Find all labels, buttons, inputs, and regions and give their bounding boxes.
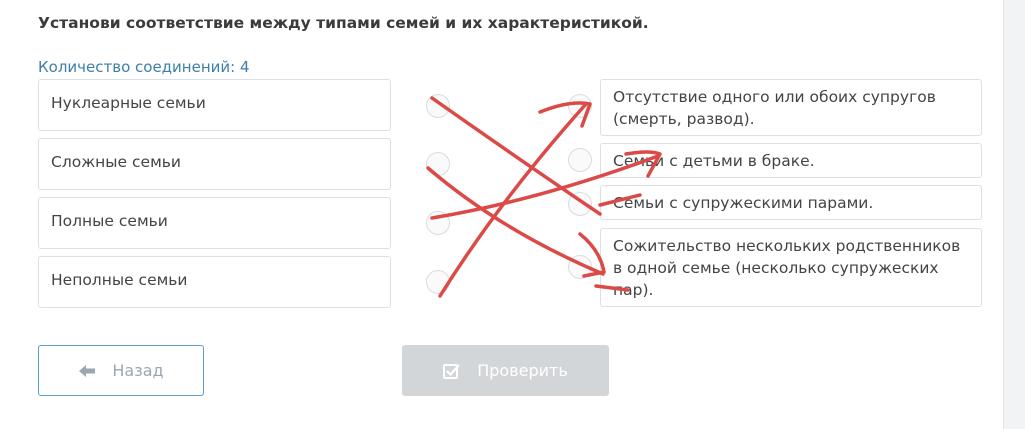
right-connector-3[interactable]: [568, 192, 592, 216]
check-button-label: Проверить: [477, 361, 568, 380]
left-item-complex[interactable]: Сложные семьи: [38, 138, 391, 190]
right-connector-2[interactable]: [568, 148, 592, 172]
left-item-complete[interactable]: Полные семьи: [38, 197, 391, 249]
right-item-label: Сожительство нескольких родственников в …: [613, 237, 961, 299]
connections-count: Количество соединений: 4: [38, 58, 250, 76]
right-item-cohabitation[interactable]: Сожительство нескольких родственников в …: [600, 228, 982, 307]
arrow-left-icon: [78, 364, 96, 378]
left-item-incomplete[interactable]: Неполные семьи: [38, 256, 391, 308]
check-button[interactable]: Проверить: [402, 345, 609, 396]
right-connector-1[interactable]: [568, 94, 592, 118]
left-connector-2[interactable]: [426, 152, 450, 176]
checkbox-check-icon: [443, 363, 461, 379]
scrollbar-track[interactable]: [1003, 0, 1025, 429]
left-item-label: Нуклеарные семьи: [51, 94, 206, 112]
left-item-label: Неполные семьи: [51, 271, 188, 289]
left-connector-4[interactable]: [426, 270, 450, 294]
left-item-label: Сложные семьи: [51, 153, 181, 171]
right-item-label: Отсутствие одного или обоих супругов (см…: [613, 88, 936, 128]
back-button-label: Назад: [112, 361, 164, 380]
left-item-label: Полные семьи: [51, 212, 168, 230]
back-button[interactable]: Назад: [38, 345, 204, 396]
task-title: Установи соответствие между типами семей…: [38, 14, 649, 32]
right-item-label: Семьи с супружескими парами.: [613, 194, 874, 212]
right-item-children[interactable]: Семьи с детьми в браке.: [600, 143, 982, 178]
left-connector-1[interactable]: [426, 94, 450, 118]
right-connector-4[interactable]: [568, 255, 592, 279]
right-item-couples[interactable]: Семьи с супружескими парами.: [600, 185, 982, 220]
left-item-nuclear[interactable]: Нуклеарные семьи: [38, 79, 391, 131]
right-item-no-spouse[interactable]: Отсутствие одного или обоих супругов (см…: [600, 79, 982, 136]
right-item-label: Семьи с детьми в браке.: [613, 152, 815, 170]
left-connector-3[interactable]: [426, 211, 450, 235]
